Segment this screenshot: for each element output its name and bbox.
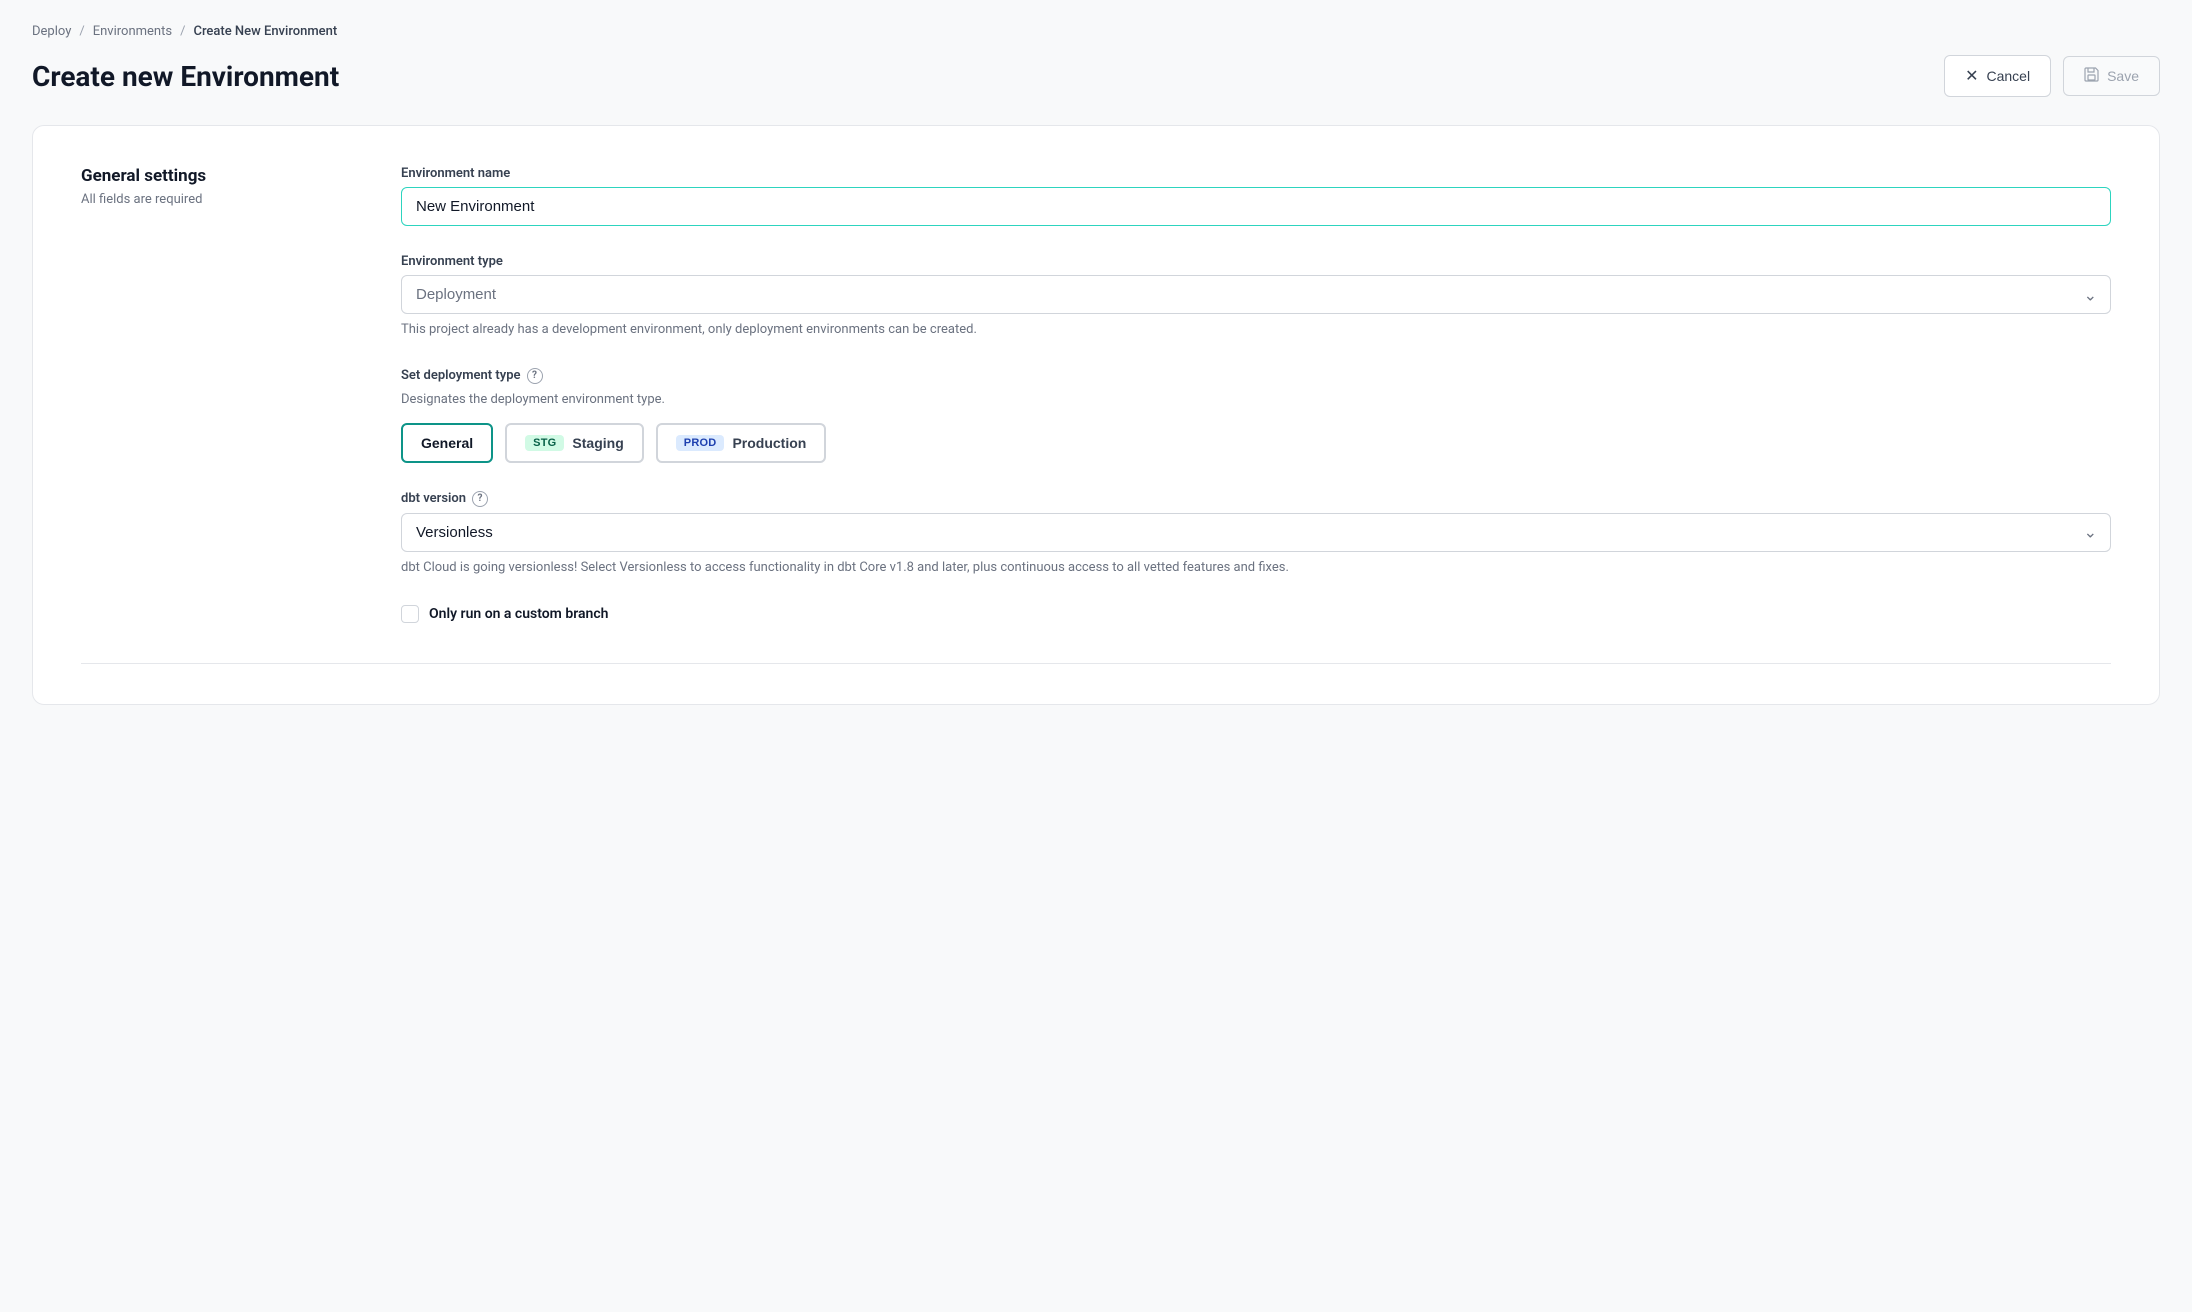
dbt-version-hint: dbt Cloud is going versionless! Select V… bbox=[401, 558, 2111, 578]
env-type-select[interactable]: Deployment bbox=[401, 275, 2111, 314]
env-name-input[interactable] bbox=[401, 187, 2111, 226]
dbt-version-select[interactable]: Versionless bbox=[401, 513, 2111, 552]
staging-label: Staging bbox=[572, 435, 623, 451]
dbt-version-label: dbt version ? bbox=[401, 491, 2111, 507]
breadcrumb-current: Create New Environment bbox=[193, 24, 337, 39]
save-button[interactable]: Save bbox=[2063, 56, 2160, 96]
section-info: General settings All fields are required bbox=[81, 166, 361, 623]
env-type-label: Environment type bbox=[401, 254, 2111, 269]
dbt-version-label-text: dbt version bbox=[401, 491, 466, 506]
env-type-field-group: Environment type Deployment ⌄ This proje… bbox=[401, 254, 2111, 340]
custom-branch-row[interactable]: Only run on a custom branch bbox=[401, 605, 2111, 623]
save-label: Save bbox=[2107, 68, 2139, 84]
env-name-field-group: Environment name bbox=[401, 166, 2111, 226]
prod-badge: PROD bbox=[676, 435, 725, 451]
dbt-version-field-group: dbt version ? Versionless ⌄ dbt Cloud is… bbox=[401, 491, 2111, 578]
section-title: General settings bbox=[81, 166, 361, 186]
breadcrumb-sep-1: / bbox=[79, 24, 84, 39]
page-title: Create new Environment bbox=[32, 60, 339, 93]
close-icon: ✕ bbox=[1965, 66, 1978, 86]
stg-badge: STG bbox=[525, 435, 564, 451]
custom-branch-checkbox[interactable] bbox=[401, 605, 419, 623]
deployment-type-general-button[interactable]: General bbox=[401, 423, 493, 463]
deployment-type-label: Set deployment type ? bbox=[401, 368, 2111, 384]
cancel-label: Cancel bbox=[1986, 68, 2030, 84]
breadcrumb-sep-2: / bbox=[180, 24, 185, 39]
section-divider bbox=[81, 663, 2111, 664]
dbt-version-help-icon[interactable]: ? bbox=[472, 491, 488, 507]
breadcrumb-environments[interactable]: Environments bbox=[93, 24, 172, 39]
main-card: General settings All fields are required… bbox=[32, 125, 2160, 705]
deployment-type-staging-button[interactable]: STG Staging bbox=[505, 423, 644, 463]
form-layout: General settings All fields are required… bbox=[81, 166, 2111, 623]
deployment-type-group: Set deployment type ? Designates the dep… bbox=[401, 368, 2111, 463]
env-type-select-wrapper: Deployment ⌄ bbox=[401, 275, 2111, 314]
form-fields: Environment name Environment type Deploy… bbox=[401, 166, 2111, 623]
page-header: Create new Environment ✕ Cancel Save bbox=[32, 55, 2160, 97]
breadcrumb: Deploy / Environments / Create New Envir… bbox=[32, 24, 2160, 39]
deployment-type-options: General STG Staging PROD Production bbox=[401, 423, 2111, 463]
section-subtitle: All fields are required bbox=[81, 192, 361, 207]
cancel-button[interactable]: ✕ Cancel bbox=[1944, 55, 2051, 97]
production-label: Production bbox=[732, 435, 806, 451]
deployment-type-hint: Designates the deployment environment ty… bbox=[401, 392, 2111, 407]
header-actions: ✕ Cancel Save bbox=[1944, 55, 2160, 97]
env-type-hint: This project already has a development e… bbox=[401, 320, 2111, 340]
deployment-type-production-button[interactable]: PROD Production bbox=[656, 423, 827, 463]
save-icon bbox=[2084, 67, 2099, 85]
deployment-type-help-icon[interactable]: ? bbox=[527, 368, 543, 384]
deployment-type-label-text: Set deployment type bbox=[401, 368, 521, 383]
breadcrumb-deploy[interactable]: Deploy bbox=[32, 24, 71, 39]
dbt-version-select-wrapper: Versionless ⌄ bbox=[401, 513, 2111, 552]
general-label: General bbox=[421, 435, 473, 451]
env-name-label: Environment name bbox=[401, 166, 2111, 181]
custom-branch-label: Only run on a custom branch bbox=[429, 606, 608, 622]
